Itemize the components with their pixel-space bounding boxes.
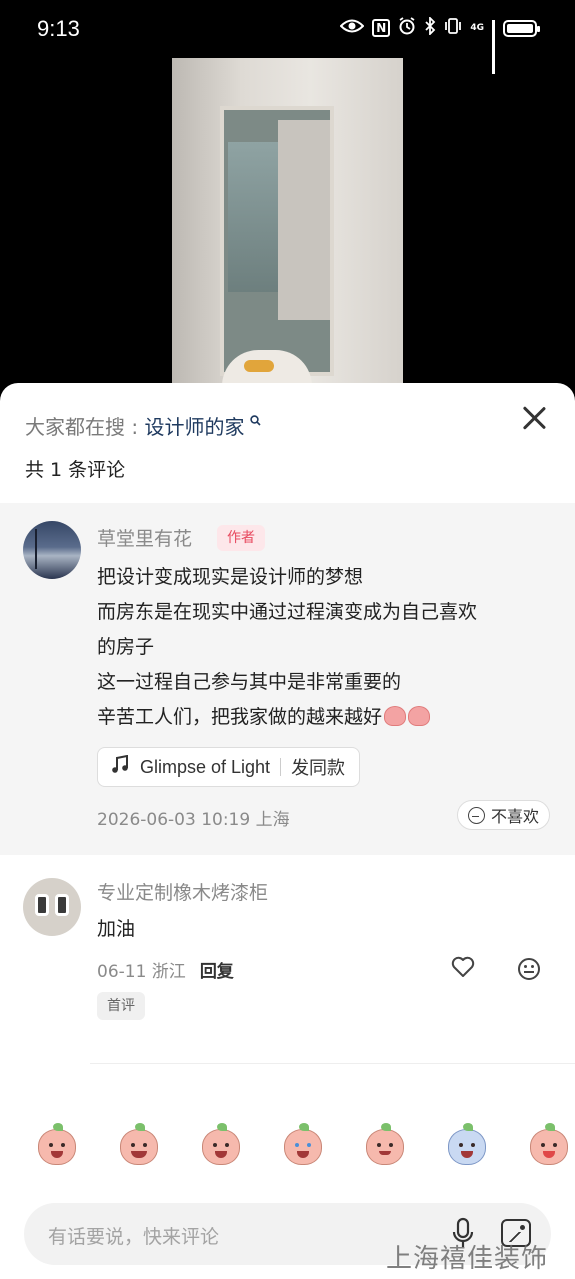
- emoji-sticker[interactable]: [364, 1123, 406, 1167]
- music-chip[interactable]: Glimpse of Light 发同款: [97, 747, 361, 787]
- video-preview[interactable]: [172, 58, 403, 388]
- comment-line: 的房子: [97, 636, 155, 658]
- comments-sheet: 大家都在搜 : 设计师的家 共 1 条评论 草堂里有花 作者 把设计变成现实是设…: [0, 383, 575, 1279]
- close-icon[interactable]: [521, 405, 547, 431]
- search-icon: [246, 415, 261, 429]
- comment-username[interactable]: 草堂里有花: [97, 524, 192, 551]
- emoji-sticker[interactable]: [528, 1123, 570, 1167]
- emoji-sticker[interactable]: [446, 1123, 488, 1167]
- video-glass-panel: [228, 142, 278, 292]
- music-title: Glimpse of Light: [140, 756, 271, 777]
- alarm-icon: [398, 17, 416, 39]
- like-icon[interactable]: [451, 956, 475, 978]
- music-note-icon: [110, 754, 130, 780]
- comment-meta-text: 06-11 浙江: [97, 962, 186, 982]
- emoji-sticker[interactable]: [36, 1123, 78, 1167]
- comment-line: 这一过程自己参与其中是非常重要的: [97, 671, 402, 693]
- use-same-music-button[interactable]: 发同款: [291, 754, 345, 780]
- watermark: 上海禧佳装饰: [386, 1244, 549, 1274]
- emoji-sticker[interactable]: [200, 1123, 242, 1167]
- heart-hands-emoji: [384, 706, 407, 726]
- comment-count: 共 1 条评论: [25, 459, 126, 481]
- status-bar: 9:13 N 4G: [0, 0, 575, 74]
- signal-icon: [492, 20, 495, 74]
- status-time: 9:13: [37, 16, 80, 41]
- emoji-sticker[interactable]: [282, 1123, 324, 1167]
- search-keyword[interactable]: 设计师的家: [144, 415, 244, 439]
- comment-line: 而房东是在现实中通过过程演变成为自己喜欢: [97, 601, 478, 623]
- dislike-icon: [467, 806, 485, 824]
- comment-text: 把设计变成现实是设计师的梦想 而房东是在现实中通过过程演变成为自己喜欢 的房子 …: [97, 560, 557, 735]
- author-badge: 作者: [217, 525, 265, 551]
- comment-line: 把设计变成现实是设计师的梦想: [97, 566, 364, 588]
- video-doorway: [220, 106, 334, 376]
- emoji-sticker[interactable]: [118, 1123, 160, 1167]
- eye-icon: [339, 18, 365, 38]
- search-prefix: 大家都在搜 :: [25, 415, 145, 439]
- status-icons: N 4G: [339, 15, 540, 74]
- video-inner-wall: [278, 120, 330, 320]
- avatar[interactable]: [23, 878, 81, 936]
- network-label: 4G: [470, 22, 484, 33]
- comment-text: 加油: [97, 918, 136, 940]
- dislike-button[interactable]: 不喜欢: [456, 800, 550, 830]
- comment-username[interactable]: 专业定制橡木烤漆柜: [97, 878, 268, 905]
- music-chip-divider: [280, 758, 282, 776]
- bluetooth-icon: [424, 15, 436, 39]
- reply-button[interactable]: 回复: [200, 962, 234, 982]
- emoji-quick-bar: [0, 1123, 575, 1178]
- nfc-icon: N: [372, 19, 391, 37]
- comment-meta: 2026-06-03 10:19 上海: [97, 810, 290, 830]
- comment-meta: 06-11 浙江 回复: [97, 957, 234, 982]
- battery-icon: [503, 19, 540, 37]
- dislike-label: 不喜欢: [490, 807, 539, 826]
- comment-input[interactable]: 有话要说，快来评论: [48, 1222, 219, 1249]
- comment-item[interactable]: 专业定制橡木烤漆柜 加油 06-11 浙江 回复 首评: [0, 868, 575, 1068]
- search-suggestion[interactable]: 大家都在搜 : 设计师的家: [25, 411, 261, 440]
- divider: [90, 1063, 575, 1064]
- dislike-icon[interactable]: [518, 958, 540, 980]
- author-comment[interactable]: 草堂里有花 作者 把设计变成现实是设计师的梦想 而房东是在现实中通过过程演变成为…: [0, 503, 575, 855]
- heart-hands-emoji: [408, 706, 431, 726]
- avatar[interactable]: [23, 521, 81, 579]
- first-comment-badge: 首评: [97, 992, 145, 1020]
- vibrate-icon: [444, 17, 462, 39]
- comment-line: 辛苦工人们，把我家做的越来越好: [97, 706, 383, 728]
